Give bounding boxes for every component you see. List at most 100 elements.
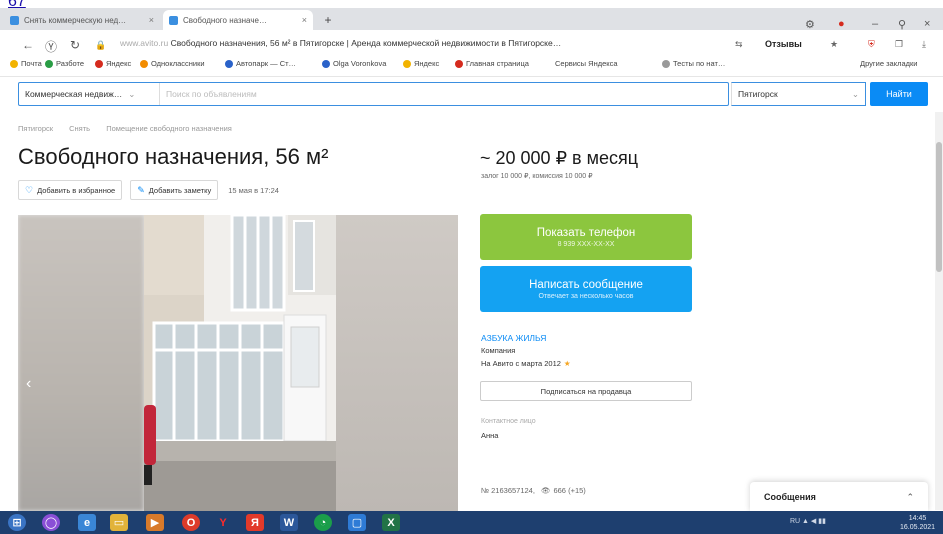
bookmark-icon — [225, 59, 233, 68]
word-icon[interactable]: W — [280, 514, 298, 531]
minimize-icon[interactable]: – — [872, 18, 878, 30]
browser-tab-2-active[interactable]: Свободного назначе… × — [163, 10, 313, 30]
bookmark-item[interactable]: Автопарк — Ст… — [225, 59, 296, 68]
url-host: www.avito.ru — [120, 38, 169, 48]
translate-icon[interactable]: ⇆ — [735, 39, 743, 50]
city-select[interactable]: Пятигорск ⌄ — [731, 82, 866, 106]
ad-number: № 2163657124, — [481, 486, 535, 495]
close-tab-icon[interactable]: × — [149, 15, 154, 25]
category-select[interactable]: Коммерческая недвиж… ⌄ — [19, 89, 159, 100]
bookmark-item[interactable]: Olga Voronkova — [322, 59, 386, 68]
chevron-up-icon[interactable]: ⌃ — [906, 492, 914, 503]
write-message-button[interactable]: Написать сообщение Отвечает за несколько… — [480, 266, 692, 312]
bookmark-item[interactable]: Яндекс — [95, 59, 131, 68]
show-phone-button[interactable]: Показать телефон 8 939 XXX-XX-XX — [480, 214, 692, 260]
clock[interactable]: 14:45 16.05.2021 — [900, 514, 935, 532]
bookmark-item[interactable]: Главная страница — [455, 59, 529, 68]
listing-actions: ♡ Добавить в избранное ✎ Добавить заметк… — [18, 180, 279, 200]
tab-favicon-icon — [169, 15, 178, 25]
gallery-prev-arrow-icon[interactable]: ‹ — [26, 375, 31, 393]
browser-tab-1[interactable]: Снять коммерческую нед… × — [4, 10, 160, 30]
media-icon[interactable]: ▶ — [146, 514, 164, 531]
screenshot-root: 67 Снять коммерческую нед… × Свободного … — [0, 0, 943, 534]
back-icon[interactable]: ← — [22, 38, 34, 52]
phone-masked: 8 939 XXX-XX-XX — [557, 240, 615, 248]
bookmark-item[interactable]: Разботе — [45, 59, 84, 68]
address-bar: ← Ⓨ ↻ 🔒 www.avito.ru Свободного назначен… — [0, 30, 943, 58]
start-icon[interactable]: ⊞ — [8, 514, 26, 531]
breadcrumb-item[interactable]: Помещение свободного назначения — [106, 124, 232, 133]
view-count: 666 (+15) — [553, 486, 586, 495]
bookmark-icon — [662, 59, 670, 68]
extension-shield-icon[interactable]: ⛨ — [868, 39, 875, 50]
yandex-icon[interactable]: Ⓨ — [45, 38, 57, 55]
seller-since: На Авито с марта 2012 ★ — [481, 359, 571, 368]
page-scrollbar[interactable] — [935, 112, 943, 510]
bookmark-icon — [10, 59, 18, 68]
storefront-illustration — [144, 215, 336, 511]
opera-icon[interactable]: O — [182, 514, 200, 531]
bookmark-item[interactable]: Одноклассники — [140, 59, 205, 68]
tab-title: Снять коммерческую нед… — [24, 15, 127, 25]
bookmark-icon — [403, 59, 411, 68]
bookmark-icon — [140, 59, 148, 68]
browser-tab-strip: Снять коммерческую нед… × Свободного наз… — [0, 8, 943, 31]
lock-icon: 🔒 — [95, 40, 107, 50]
add-note-button[interactable]: ✎ Добавить заметку — [130, 180, 219, 200]
breadcrumb-item[interactable]: Снять — [69, 124, 90, 133]
post-date: 15 мая в 17:24 — [228, 185, 279, 195]
chevron-down-icon: ⌄ — [851, 88, 859, 99]
close-window-icon[interactable]: × — [924, 18, 930, 30]
seller-name-link[interactable]: АЗБУКА ЖИЛЬЯ — [481, 333, 546, 343]
tab-favicon-icon — [10, 15, 19, 25]
contact-name: Анна — [481, 431, 499, 440]
download-icon[interactable]: ⤓ — [922, 39, 926, 50]
ie-icon[interactable]: e — [78, 514, 96, 531]
reload-icon[interactable]: ↻ — [70, 38, 80, 52]
scrollbar-thumb[interactable] — [936, 142, 942, 272]
app-icon[interactable]: ◔ — [314, 514, 332, 531]
bookmark-icon — [95, 59, 103, 68]
breadcrumb-item[interactable]: Пятигорск — [18, 124, 53, 133]
bookmark-item[interactable]: Яндекс — [403, 59, 439, 68]
messages-panel[interactable]: Сообщения ⌃ — [750, 482, 928, 512]
photo-gallery[interactable]: ‹ — [18, 215, 458, 511]
excel-icon[interactable]: X — [382, 514, 400, 531]
app-icon[interactable]: ◯ — [42, 514, 60, 531]
profile-icon[interactable]: ● — [838, 18, 845, 30]
bookmark-icon[interactable]: ★ — [830, 39, 838, 50]
bookmark-item[interactable]: Почта — [10, 59, 42, 68]
tab-title: Свободного назначе… — [183, 15, 267, 25]
seller-type: Компания — [481, 346, 516, 355]
contact-label: Контактное лицо — [481, 418, 536, 425]
listing-photo[interactable] — [144, 215, 336, 511]
search-input[interactable]: Поиск по объявлениям — [159, 83, 257, 105]
window-icon[interactable]: ▢ — [348, 514, 366, 531]
reply-time: Отвечает за несколько часов — [538, 292, 634, 300]
windows-taskbar: ⊞ ◯ e ▭ ▶ O Y Я W ◔ ▢ X RU ▲ ◀ ▮▮ 14:45 … — [0, 511, 943, 534]
url-field[interactable]: www.avito.ru Свободного назначения, 56 м… — [120, 38, 715, 48]
yandex-icon[interactable]: Я — [246, 514, 264, 531]
bookmark-item[interactable]: Тесты по нат… — [662, 59, 725, 68]
subscribe-seller-button[interactable]: Подписаться на продавца — [480, 381, 692, 401]
find-button[interactable]: Найти — [870, 82, 928, 106]
eye-icon: 👁 — [540, 486, 551, 495]
note-icon: ✎ — [137, 184, 145, 195]
breadcrumb: Пятигорск Снять Помещение свободного наз… — [18, 124, 246, 133]
bookmark-icon — [45, 59, 53, 68]
reviews-link[interactable]: Отзывы — [765, 39, 802, 49]
search-box: Коммерческая недвиж… ⌄ Поиск по объявлени… — [18, 82, 729, 106]
bookmark-item[interactable]: Другие закладки — [860, 59, 917, 68]
gallery-prev-photo-blurred — [18, 215, 144, 511]
system-tray[interactable]: RU ▲ ◀ ▮▮ — [790, 517, 826, 525]
bookmark-item[interactable]: Сервисы Яндекса — [555, 59, 618, 68]
yandex-browser-icon[interactable]: Y — [214, 514, 232, 531]
close-tab-icon[interactable]: × — [302, 15, 307, 25]
chevron-down-icon: ⌄ — [128, 88, 136, 99]
copy-icon[interactable]: ❐ — [895, 39, 903, 50]
folder-icon[interactable]: ▭ — [110, 514, 128, 531]
bookmark-icon — [455, 59, 463, 68]
new-tab-button[interactable]: + — [320, 12, 336, 28]
add-favorite-button[interactable]: ♡ Добавить в избранное — [18, 180, 123, 200]
page-title: Свободного назначения, 56 м² — [18, 144, 329, 169]
